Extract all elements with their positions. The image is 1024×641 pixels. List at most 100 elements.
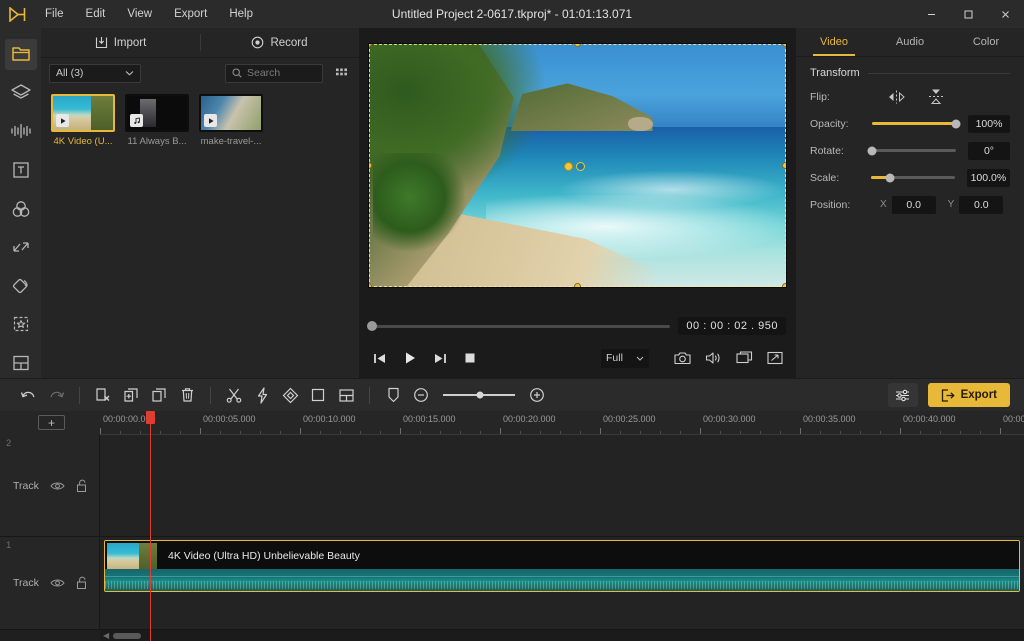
- tab-color[interactable]: Color: [948, 28, 1024, 56]
- undo-icon[interactable]: [14, 383, 42, 407]
- tab-video[interactable]: Video: [796, 28, 872, 56]
- layout-icon[interactable]: [332, 383, 360, 407]
- menu-bar: File Edit View Export Help: [34, 4, 264, 24]
- search-input[interactable]: [247, 67, 316, 79]
- opacity-value[interactable]: 100%: [968, 115, 1010, 133]
- settings-sliders-icon[interactable]: [888, 383, 918, 407]
- rotate-handle[interactable]: [576, 162, 585, 171]
- media-item-audio-1[interactable]: 11 Always B...: [125, 94, 189, 147]
- media-tabs: Import Record: [41, 28, 359, 58]
- maximize-button[interactable]: [950, 0, 987, 28]
- snapshot-icon[interactable]: [673, 349, 691, 367]
- menu-help[interactable]: Help: [218, 4, 264, 24]
- playhead[interactable]: [150, 411, 151, 641]
- track-header-1[interactable]: 1 Track: [0, 537, 100, 629]
- export-button[interactable]: Export: [928, 383, 1010, 407]
- ruler-label: 00:00:20.000: [503, 414, 556, 424]
- marker-icon[interactable]: [379, 383, 407, 407]
- scrollbar-thumb[interactable]: [113, 633, 141, 639]
- add-track-button[interactable]: +: [38, 415, 65, 430]
- zoom-out-icon[interactable]: [407, 383, 435, 407]
- trash-icon[interactable]: [173, 383, 201, 407]
- media-filter-select[interactable]: All (3): [49, 64, 141, 83]
- rail-item-transitions[interactable]: [5, 232, 37, 263]
- track-header-2[interactable]: 2 Track: [0, 435, 100, 536]
- playhead-handle[interactable]: [146, 411, 155, 424]
- stop-button[interactable]: [461, 349, 479, 367]
- position-x-value[interactable]: 0.0: [892, 196, 936, 214]
- rail-item-filters[interactable]: [5, 193, 37, 224]
- media-item-video-2[interactable]: make-travel-...: [199, 94, 263, 147]
- grid-icon: [335, 67, 348, 80]
- rail-item-stock-library[interactable]: [5, 78, 37, 109]
- tab-audio[interactable]: Audio: [872, 28, 948, 56]
- media-item-video-1[interactable]: 4K Video (U...: [51, 94, 115, 147]
- rail-item-animation[interactable]: [5, 270, 37, 301]
- rail-item-audio[interactable]: [5, 116, 37, 147]
- handle-middle-right[interactable]: [782, 162, 786, 169]
- rail-item-split-screen[interactable]: [5, 348, 37, 379]
- scale-slider[interactable]: [871, 176, 954, 179]
- track-body-2[interactable]: [100, 435, 1024, 536]
- tab-import[interactable]: Import: [41, 28, 200, 57]
- fullscreen-icon[interactable]: [766, 349, 784, 367]
- preview-quality-select[interactable]: Full: [601, 349, 649, 368]
- menu-view[interactable]: View: [116, 4, 163, 24]
- track-body-1[interactable]: 4K Video (Ultra HD) Unbelievable Beauty: [100, 537, 1024, 629]
- rail-item-text[interactable]: [5, 155, 37, 186]
- timeline-zoom-slider[interactable]: [443, 394, 515, 396]
- timeline-horizontal-scrollbar[interactable]: ◀: [100, 630, 1024, 641]
- menu-edit[interactable]: Edit: [75, 4, 117, 24]
- timeline-clip[interactable]: 4K Video (Ultra HD) Unbelievable Beauty: [104, 540, 1020, 592]
- volume-icon[interactable]: [704, 349, 722, 367]
- scrubber-knob[interactable]: [367, 321, 377, 331]
- position-y-value[interactable]: 0.0: [959, 196, 1003, 214]
- zoom-in-icon[interactable]: [523, 383, 551, 407]
- rotate-slider[interactable]: [872, 149, 956, 152]
- redo-icon[interactable]: [42, 383, 70, 407]
- copy-icon[interactable]: [145, 383, 173, 407]
- delete-clip-icon[interactable]: [89, 383, 117, 407]
- menu-export[interactable]: Export: [163, 4, 218, 24]
- app-logo-icon: [0, 0, 34, 28]
- pop-out-icon[interactable]: [735, 349, 753, 367]
- move-handle[interactable]: [564, 162, 573, 171]
- close-button[interactable]: [987, 0, 1024, 28]
- timeline-zoom-knob[interactable]: [477, 392, 484, 399]
- unlock-icon[interactable]: [76, 479, 87, 492]
- menu-file[interactable]: File: [34, 4, 75, 24]
- tab-record[interactable]: Record: [200, 28, 359, 57]
- keyframe-icon[interactable]: [276, 383, 304, 407]
- scale-value[interactable]: 100.0%: [967, 169, 1010, 187]
- rotate-value[interactable]: 0°: [968, 142, 1010, 160]
- next-frame-button[interactable]: [431, 349, 449, 367]
- preview-stage: [368, 43, 787, 288]
- preview-scrubber[interactable]: [369, 325, 670, 328]
- flip-horizontal-icon[interactable]: [886, 88, 906, 106]
- media-item-label: 11 Always B...: [125, 136, 189, 147]
- speed-icon[interactable]: [248, 383, 276, 407]
- split-scissors-icon[interactable]: [220, 383, 248, 407]
- add-clip-icon[interactable]: [117, 383, 145, 407]
- unlock-icon[interactable]: [76, 577, 87, 590]
- timeline-ruler[interactable]: 00:00:00.000 00:00:05.000 00:00:10.000 0…: [100, 411, 1024, 435]
- clip-title: 4K Video (Ultra HD) Unbelievable Beauty: [168, 550, 360, 562]
- eye-icon[interactable]: [50, 578, 65, 588]
- opacity-row: Opacity: 100%: [796, 110, 1024, 137]
- handle-bottom-right[interactable]: [782, 283, 786, 287]
- play-button[interactable]: [401, 349, 419, 367]
- minimize-button[interactable]: [913, 0, 950, 28]
- previous-frame-button[interactable]: [371, 349, 389, 367]
- preview-timecode[interactable]: 00 : 00 : 02 . 950: [678, 317, 786, 335]
- grid-view-toggle[interactable]: [331, 64, 351, 83]
- scroll-left-icon[interactable]: ◀: [103, 631, 109, 640]
- eye-icon[interactable]: [50, 481, 65, 491]
- preview-video-frame[interactable]: [369, 44, 786, 287]
- rail-item-media[interactable]: [5, 39, 37, 70]
- opacity-slider[interactable]: [872, 122, 956, 125]
- crop-icon[interactable]: [304, 383, 332, 407]
- media-search-box[interactable]: [225, 64, 323, 83]
- handle-bottom-center[interactable]: [574, 283, 581, 287]
- flip-vertical-icon[interactable]: [926, 88, 946, 106]
- rail-item-elements[interactable]: [5, 309, 37, 340]
